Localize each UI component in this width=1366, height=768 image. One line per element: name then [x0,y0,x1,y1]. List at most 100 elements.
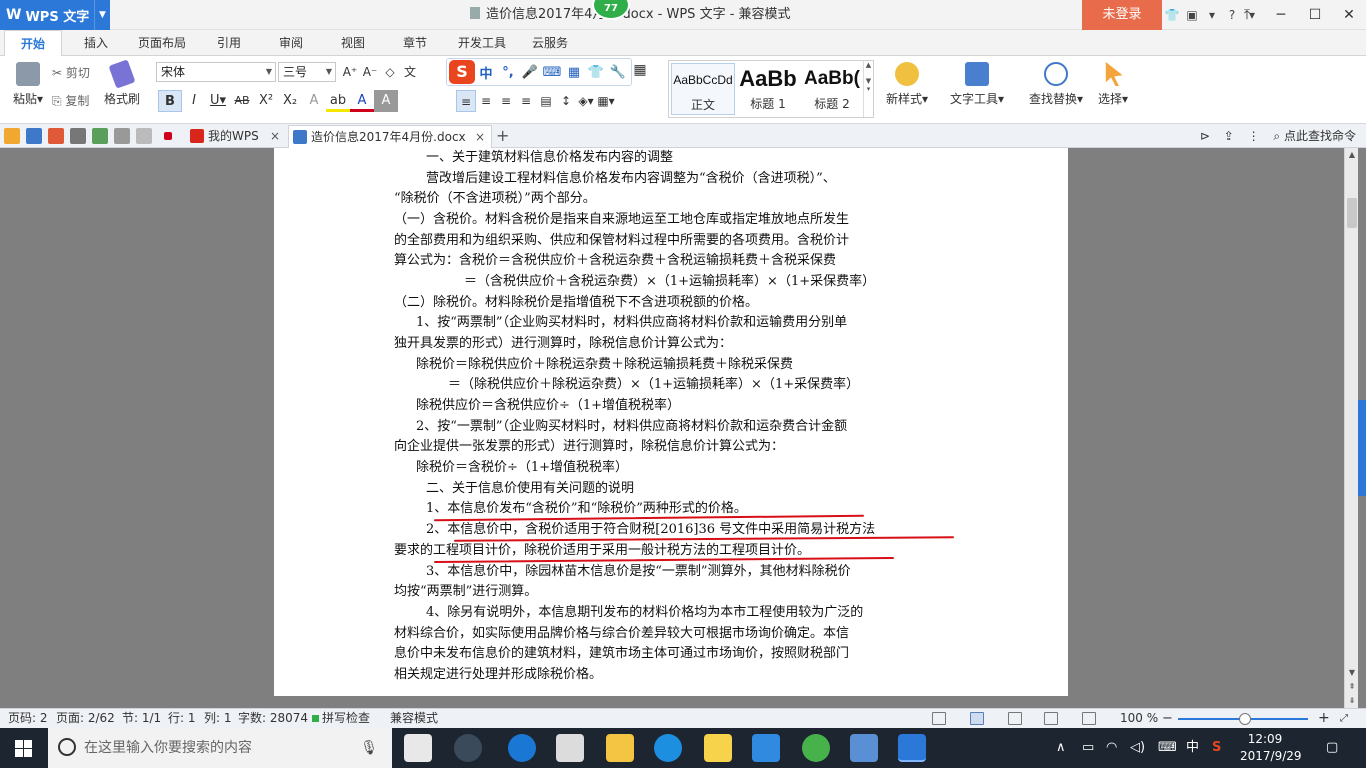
ime-apps-icon[interactable]: ▦ [563,65,585,80]
tab-chapter[interactable]: 章节 [392,30,438,56]
tb-share-icon[interactable]: ⇪ [1224,129,1234,143]
spell-check-button[interactable]: 拼写检查 [312,709,370,728]
font-color-button[interactable]: A [350,90,374,112]
ime-voice-icon[interactable]: 🎤 [519,65,541,80]
ime-indicator[interactable]: 中 [1186,728,1199,768]
tab-cloud[interactable]: 云服务 [524,30,576,56]
maximize-icon[interactable]: ☐ [1298,0,1332,30]
tab-developer[interactable]: 开发工具 [450,30,514,56]
char-shading-button[interactable]: A [374,90,398,112]
superscript-button[interactable]: X² [254,90,278,112]
ime-keyboard-icon[interactable]: ⌨ [541,65,563,80]
browser-g-icon[interactable] [654,734,682,762]
wps-writer-taskbar-icon[interactable] [898,734,926,762]
open-icon[interactable] [4,128,20,144]
cut-button[interactable]: ✂ 剪切 [52,64,100,81]
zoom-in-button[interactable]: + [1318,709,1330,728]
full-screen-icon[interactable] [932,712,946,725]
sogou-ime-toolbar[interactable]: S 中 °, 🎤 ⌨ ▦ 👕 🔧 [446,58,632,86]
tab-document[interactable]: 造价信息2017年4月份.docx × [288,125,492,148]
text-tools-button[interactable]: 文字工具▾ [946,62,1008,107]
shading-icon[interactable]: ◈▾ [576,90,596,112]
tab-reference[interactable]: 引用 [206,30,252,56]
style-heading-1[interactable]: AaBb 标题 1 [737,63,799,115]
gallery-scroll[interactable]: ▲ ▼ ▾ [863,61,873,117]
chevron-down-icon[interactable]: ▼ [94,0,110,30]
app-menu-button[interactable]: W WPS 文字 ▼ [0,0,110,30]
next-page-icon[interactable]: ⇟ [1345,694,1359,708]
highlight-button[interactable]: ab [326,90,350,112]
microphone-icon[interactable]: 🎙 [360,728,378,768]
grow-font-icon[interactable]: A⁺ [340,62,360,82]
tb-more-icon[interactable]: ⋮ [1248,129,1260,143]
settings-chevron-icon[interactable]: ▾ [1202,0,1222,30]
distribute-icon[interactable]: ▤ [536,90,556,112]
align-center-icon[interactable]: ≡ [476,90,496,112]
zoom-out-button[interactable]: − [1162,709,1173,728]
font-size-select[interactable]: 三号 ▼ [278,62,336,82]
undo-icon[interactable] [114,128,130,144]
web-view-icon[interactable] [1044,712,1058,725]
tb-sync-icon[interactable]: ⊳ [1200,129,1210,143]
select-button[interactable]: 选择▾ [1092,62,1134,107]
redo-icon[interactable] [136,128,152,144]
find-replace-button[interactable]: 查找替换▾ [1024,62,1088,107]
vertical-scrollbar[interactable]: ▲ ▼ ⇞ ⇟ [1344,148,1358,708]
underline-button[interactable]: U▾ [206,90,230,112]
table-icon[interactable]: ▦ [632,62,648,78]
copy-button[interactable]: ⎘ 复制 [52,92,100,109]
new-style-button[interactable]: 新样式▾ [880,62,934,107]
style-heading-2[interactable]: AaBb( 标题 2 [801,63,863,115]
new-tab-icon[interactable]: + [496,124,512,148]
shrink-font-icon[interactable]: A⁻ [360,62,380,82]
line-spacing-icon[interactable]: ↕ [556,90,576,112]
status-pages[interactable]: 页面: 2/62 [56,709,115,728]
outline-view-icon[interactable] [1008,712,1022,725]
ime-tools-icon[interactable]: 🔧 [607,65,629,80]
page-view-icon[interactable] [970,712,984,725]
clock[interactable]: 12:09 2017/9/29 [1240,731,1302,765]
close-icon[interactable]: ✕ [1332,0,1366,30]
eye-protect-icon[interactable] [1082,712,1096,725]
file-explorer-icon[interactable] [606,734,634,762]
plus-app-icon[interactable] [752,734,780,762]
tab-page-layout[interactable]: 页面布局 [130,30,194,56]
more-quick-icon[interactable] [164,132,172,140]
side-panel-toggle[interactable] [1358,400,1366,496]
font-name-select[interactable]: 宋体 ▼ [156,62,276,82]
restore-icon[interactable]: ⤒ [1230,0,1264,30]
app-360-icon[interactable] [454,734,482,762]
prev-page-icon[interactable]: ⇞ [1345,680,1359,694]
document-canvas[interactable]: 一、关于建筑材料信息价格发布内容的调整 营改增后建设工程材料信息价格发布内容调整… [0,148,1358,708]
tab-my-wps[interactable]: 我的WPS × [186,125,286,148]
volume-icon[interactable]: ◁) [1130,728,1145,768]
strikethrough-button[interactable]: AB [230,90,254,112]
ime-chinese-icon[interactable]: 中 [475,63,497,82]
save-icon[interactable] [26,128,42,144]
tab-view[interactable]: 视图 [330,30,376,56]
close-tab-icon[interactable]: × [270,125,280,147]
pinyin-icon[interactable]: 文 [400,62,420,82]
task-view-icon[interactable] [404,734,432,762]
format-painter-button[interactable]: 格式刷 [102,59,142,107]
text-effect-button[interactable]: A [302,90,326,112]
align-left-icon[interactable]: ≡ [456,90,476,112]
people-icon[interactable]: ∧ [1056,728,1066,768]
paste-button[interactable]: 粘贴▾ [8,62,48,107]
ime-skin-icon[interactable]: 👕 [585,65,607,80]
subscript-button[interactable]: X₂ [278,90,302,112]
tab-home[interactable]: 开始 [4,30,62,56]
taskbar-search-input[interactable]: 在这里输入你要搜索的内容 🎙 [48,728,392,768]
zoom-expand-icon[interactable]: ⤢ [1340,709,1348,728]
edge-icon[interactable] [508,734,536,762]
print-icon[interactable] [70,128,86,144]
login-button[interactable]: 未登录 [1082,0,1162,30]
zoom-slider-thumb[interactable] [1239,713,1251,725]
italic-button[interactable]: I [182,90,206,112]
status-words[interactable]: 字数: 28074 [238,709,308,728]
pdf-icon[interactable] [48,128,64,144]
keyboard-tray-icon[interactable]: ⌨ [1158,728,1177,768]
minimize-icon[interactable]: ─ [1264,0,1298,30]
scroll-up-icon[interactable]: ▲ [1345,148,1359,162]
scroll-down-icon[interactable]: ▼ [1345,666,1359,680]
